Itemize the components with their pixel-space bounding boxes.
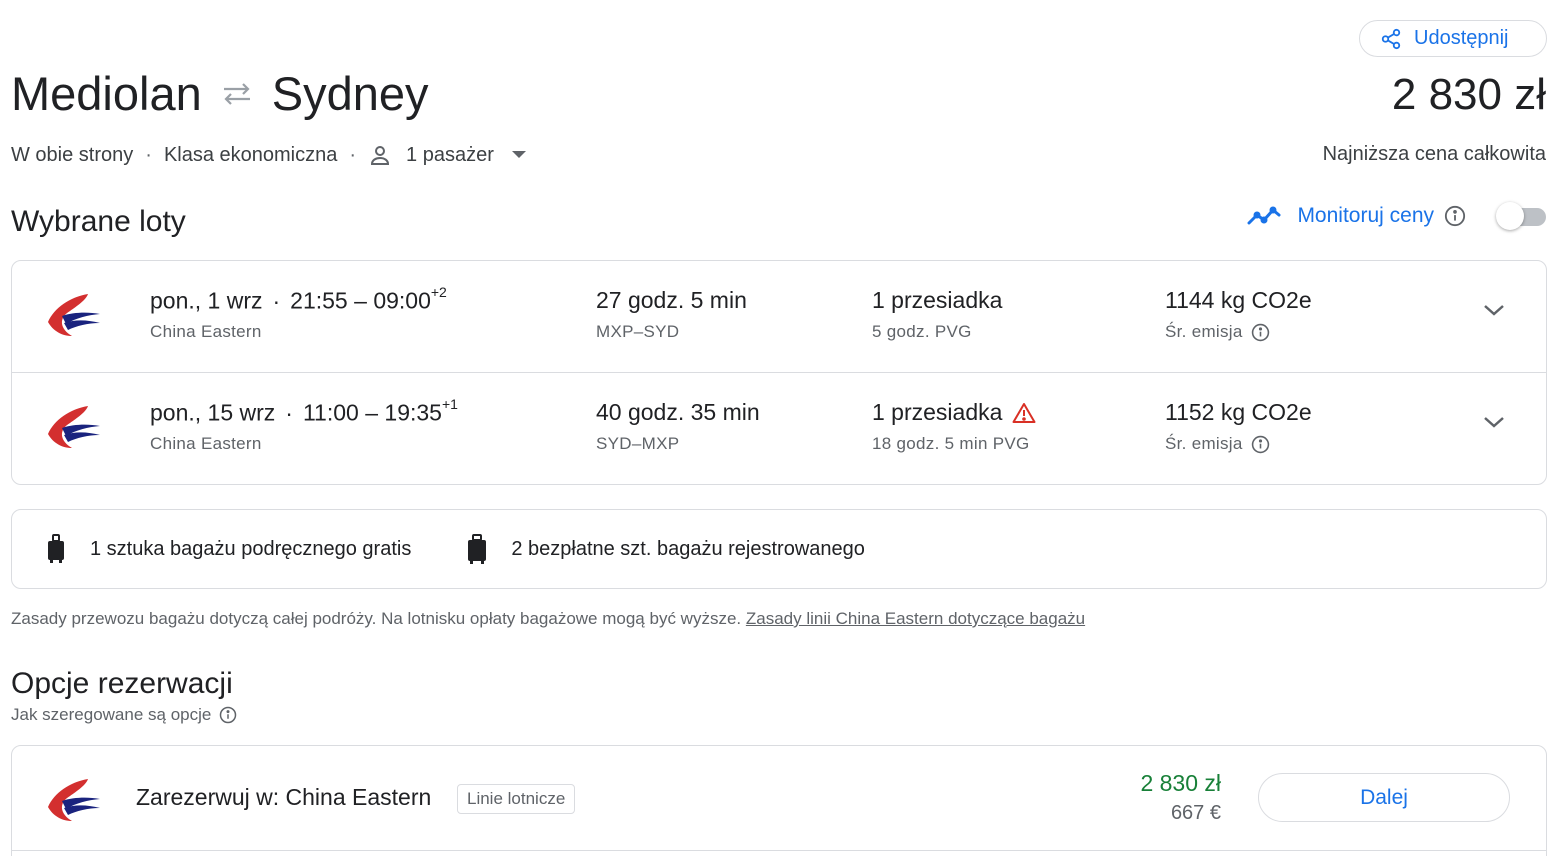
warning-icon[interactable] [1012,402,1036,424]
flight-times: pon., 1 wrz · 21:55 – 09:00+2 [150,284,447,314]
flight-route: MXP–SYD [596,322,680,341]
baggage-policy-link[interactable]: Zasady linii China Eastern dotyczące bag… [746,609,1085,628]
baggage-note: Zasady przewozu bagażu dotyczą całej pod… [11,609,1085,629]
total-price: 2 830 zł [1391,70,1546,119]
info-icon[interactable] [1251,323,1270,342]
passenger-count: 1 pasażer [406,143,494,166]
share-button[interactable]: Udostępnij [1359,20,1547,57]
checked-bag-icon [468,534,487,564]
share-icon [1381,28,1401,49]
booking-provider: Zarezerwuj w: China Eastern [136,784,432,810]
arrival-time: 19:35 [384,399,442,426]
monitor-toggle[interactable] [1496,202,1546,230]
day-offset: +2 [430,284,447,300]
flight-duration: 40 godz. 35 min [596,399,760,425]
stops-count: 1 przesiadka [872,287,1002,314]
baggage-card: 1 sztuka bagażu podręcznego gratis 2 bez… [11,509,1547,589]
stops-label: 1 przesiadka [872,287,1003,313]
divider [12,850,1546,851]
cabin-class: Klasa ekonomiczna [163,143,338,166]
chevron-down-icon[interactable] [1482,303,1506,317]
person-icon [371,146,390,165]
checked-bag-label: 2 bezpłatne szt. bagażu rejestrowanego [511,537,865,560]
booking-options-title: Opcje rezerwacji [11,667,233,700]
flight-row-return[interactable]: pon., 15 wrz · 11:00 – 19:35+1 China Easte… [12,373,1546,485]
price-caption: Najniższa cena całkowita [1322,143,1546,165]
info-icon[interactable] [1444,205,1466,227]
china-eastern-logo-icon [48,406,100,448]
route-title: Mediolan Sydney [11,66,429,121]
emissions-value: 1152 kg CO2e [1165,399,1312,425]
baggage-note-text: Zasady przewozu bagażu dotyczą całej pod… [11,609,742,628]
stops-label: 1 przesiadka [872,399,1003,425]
flight-date: pon., 15 wrz [150,399,276,426]
sort-note-label: Jak szeregowane są opcje [11,705,212,724]
booking-price: 2 830 zł [1140,770,1221,796]
share-label: Udostępnij [1414,27,1509,49]
toggle-knob [1496,202,1524,230]
flight-duration: 27 godz. 5 min [596,287,747,313]
emissions-value: 1144 kg CO2e [1165,287,1312,313]
trip-type: W obie strony [11,143,134,166]
info-icon [220,706,237,724]
price-monitor: Monitoruj ceny [1247,202,1546,230]
flight-date: pon., 1 wrz [150,287,263,314]
trip-options: W obie strony · Klasa ekonomiczna · 1 pa… [11,143,540,167]
airline-name: China Eastern [150,322,262,341]
flight-route: SYD–MXP [596,434,680,453]
airline-name: China Eastern [150,434,262,453]
swap-arrows-icon [220,81,254,107]
carry-on-label: 1 sztuka bagażu podręcznego gratis [90,537,412,560]
carry-on-bag-icon [48,534,64,563]
caret-down-icon [511,151,526,158]
separator-dot: · [272,287,281,314]
day-offset: +1 [441,396,458,412]
origin-city: Mediolan [11,67,202,120]
checked-bag-info: 2 bezpłatne szt. bagażu rejestrowanego [467,534,865,564]
layover-info: 18 godz. 5 min PVG [872,434,1030,453]
flight-row-outbound[interactable]: pon., 1 wrz · 21:55 – 09:00+2 China Easter… [12,261,1546,373]
separator-dot: · [349,143,357,166]
stops-count: 1 przesiadka [872,399,1036,426]
emissions-label: Śr. emisja [1165,322,1243,341]
monitor-label[interactable]: Monitoruj ceny [1297,204,1434,228]
flight-times: pon., 15 wrz · 11:00 – 19:35+1 [150,396,458,426]
next-button[interactable]: Dalej [1258,773,1510,822]
arrival-time: 09:00 [373,287,431,314]
carry-on-info: 1 sztuka bagażu podręcznego gratis [46,534,411,564]
layover-info: 5 godz. PVG [872,322,972,341]
destination-city: Sydney [271,67,429,120]
booking-option-card: Zarezerwuj w: China Eastern Linie lotnic… [11,745,1547,856]
sort-note[interactable]: Jak szeregowane są opcje [11,705,237,725]
departure-time: 11:00 [302,399,359,426]
departure-time: 21:55 [290,287,348,314]
emissions-info: Śr. emisja [1165,322,1270,342]
separator-dot: · [285,399,293,426]
info-icon[interactable] [1251,435,1270,454]
provider-badge: Linie lotnicze [457,784,576,814]
selected-flights-title: Wybrane loty [11,205,186,238]
emissions-info: Śr. emisja [1165,434,1270,454]
separator-dot: · [145,143,152,166]
emissions-label: Śr. emisja [1165,434,1243,453]
passenger-selector[interactable]: 1 pasażer [368,143,540,167]
booking-price-eur: 667 € [1170,802,1221,824]
china-eastern-logo-icon [48,294,100,336]
chevron-down-icon[interactable] [1482,415,1506,429]
trend-line-icon [1247,206,1281,225]
china-eastern-logo-icon [48,779,100,821]
selected-flights-card: pon., 1 wrz · 21:55 – 09:00+2 China Easter… [11,260,1547,485]
